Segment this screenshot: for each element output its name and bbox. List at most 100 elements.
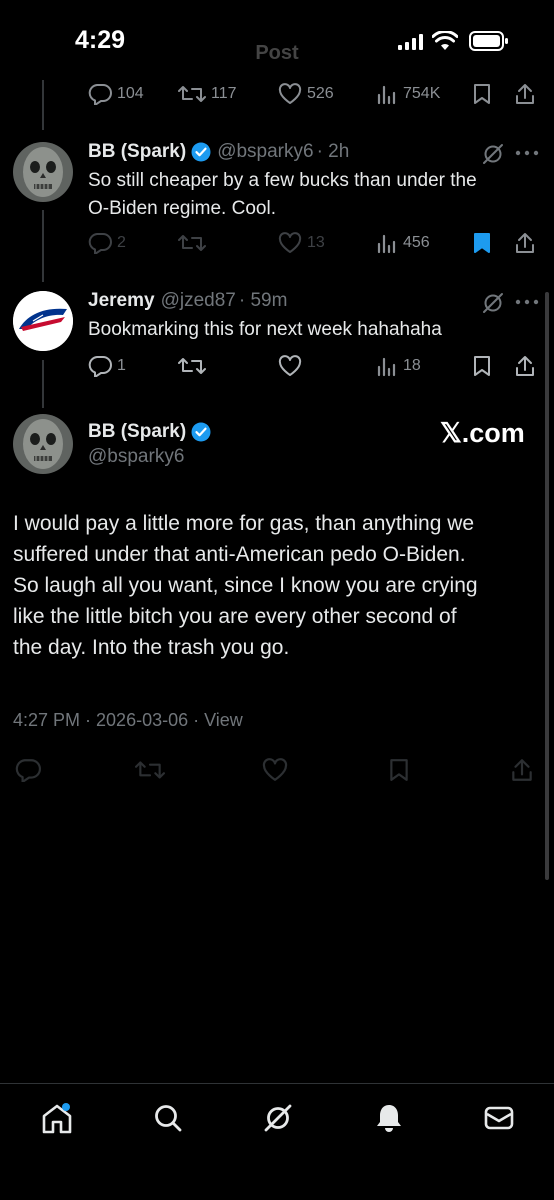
repost-icon	[135, 761, 165, 779]
reply-icon	[15, 759, 41, 782]
grok-icon[interactable]	[481, 291, 505, 315]
share-button[interactable]	[510, 757, 534, 783]
nav-notifications[interactable]	[373, 1102, 405, 1139]
post-text: I would pay a little more for gas, than …	[13, 508, 543, 663]
views-count: 18	[403, 357, 421, 374]
views-icon	[377, 234, 396, 254]
thread-line	[42, 80, 44, 130]
nav-messages[interactable]	[483, 1102, 515, 1139]
views-count: 754K	[403, 85, 441, 102]
reply-count: 1	[117, 357, 126, 374]
bookmark-button[interactable]	[389, 758, 409, 782]
repost-button[interactable]: 117	[178, 83, 237, 105]
nav-grok[interactable]	[262, 1102, 294, 1139]
wifi-icon	[432, 31, 458, 50]
timestamp: · 2h	[316, 141, 350, 162]
repost-button[interactable]	[178, 355, 206, 377]
x-watermark: 𝕏.com	[440, 418, 525, 448]
avatar[interactable]	[13, 142, 73, 202]
reply-count: 2	[117, 234, 126, 251]
share-icon	[516, 84, 534, 104]
nav-home[interactable]	[40, 1102, 74, 1141]
post-timestamp[interactable]: 4:27 PM · 2026-03-06 · View	[13, 710, 243, 731]
reply-button[interactable]: 1	[88, 355, 126, 377]
tweet-text-line: So still cheaper by a few bucks than und…	[88, 170, 477, 191]
share-icon	[516, 233, 534, 253]
reply-button[interactable]: 104	[88, 83, 144, 105]
reply-button[interactable]	[15, 758, 41, 782]
mail-icon	[484, 1106, 514, 1130]
reply-icon	[88, 84, 112, 105]
bell-icon	[377, 1105, 401, 1132]
like-icon	[278, 355, 302, 376]
bookmark-icon	[474, 356, 490, 376]
repost-icon	[178, 86, 206, 102]
share-button[interactable]	[514, 354, 536, 378]
repost-icon	[178, 235, 206, 251]
grok-icon[interactable]	[481, 142, 505, 166]
reply-icon	[88, 356, 112, 377]
views-button[interactable]: 754K	[376, 83, 440, 105]
bottom-nav	[0, 1083, 554, 1200]
share-icon	[512, 759, 532, 781]
like-button[interactable]	[261, 758, 289, 782]
like-count: 13	[307, 234, 325, 251]
grok-icon	[264, 1104, 292, 1132]
views-button[interactable]: 18	[376, 355, 421, 377]
display-name[interactable]: Jeremy	[88, 290, 155, 312]
views-count: 456	[403, 234, 430, 251]
repost-button[interactable]	[178, 232, 206, 254]
author-line: Jeremy @jzed87 · 59m	[88, 290, 287, 312]
more-icon[interactable]	[515, 150, 539, 156]
home-icon	[42, 1103, 72, 1134]
verified-icon	[191, 422, 211, 442]
more-icon[interactable]	[515, 299, 539, 305]
like-icon	[278, 83, 302, 104]
share-button[interactable]	[514, 82, 536, 106]
handle[interactable]: @jzed87	[161, 290, 236, 312]
repost-icon	[178, 358, 206, 374]
tweet-text: Bookmarking this for next week hahahaha	[88, 319, 442, 340]
scrollbar[interactable]	[545, 292, 549, 880]
bookmark-icon	[390, 759, 408, 781]
repost-count: 117	[211, 85, 237, 102]
avatar[interactable]	[13, 414, 73, 474]
bookmark-icon	[474, 84, 490, 104]
share-button[interactable]	[514, 231, 536, 255]
timestamp: · 59m	[238, 290, 288, 311]
bookmark-button[interactable]	[473, 355, 491, 377]
views-icon	[377, 85, 396, 105]
post-text-line: I would pay a little more for gas, than …	[13, 512, 475, 535]
tweet-text-line: O-Biden regime. Cool.	[88, 198, 276, 219]
handle[interactable]: @bsparky6	[217, 141, 313, 163]
battery-icon	[469, 31, 508, 51]
bookmark-icon	[474, 233, 490, 253]
avatar[interactable]	[13, 291, 73, 351]
views-button[interactable]: 456	[376, 232, 430, 254]
reply-button[interactable]: 2	[88, 232, 126, 254]
status-bar: 4:29 Post	[0, 0, 554, 80]
repost-button[interactable]	[135, 758, 165, 782]
display-name[interactable]: BB (Spark)	[88, 421, 186, 443]
post-text-line: the day. Into the trash you go.	[13, 636, 290, 659]
like-button[interactable]	[278, 355, 302, 377]
like-icon	[262, 758, 288, 781]
thread-line	[42, 360, 44, 408]
verified-icon	[191, 142, 211, 162]
bookmark-button[interactable]	[473, 232, 491, 254]
post-text-line: like the little bitch you are every othe…	[13, 605, 457, 628]
bookmark-button[interactable]	[473, 83, 491, 105]
like-button[interactable]: 526	[278, 83, 334, 105]
reply-count: 104	[117, 85, 144, 102]
thread-line	[42, 210, 44, 282]
like-button[interactable]: 13	[278, 232, 325, 254]
tweet-text: So still cheaper by a few bucks than und…	[88, 167, 538, 223]
display-name[interactable]: BB (Spark)	[88, 141, 186, 163]
reply-icon	[88, 233, 112, 254]
share-icon	[516, 356, 534, 376]
nav-search[interactable]	[152, 1102, 184, 1139]
like-icon	[278, 232, 302, 253]
handle[interactable]: @bsparky6	[88, 446, 184, 468]
post-text-line: So laugh all you want, since I know you …	[13, 574, 478, 597]
signal-icon	[398, 34, 423, 50]
